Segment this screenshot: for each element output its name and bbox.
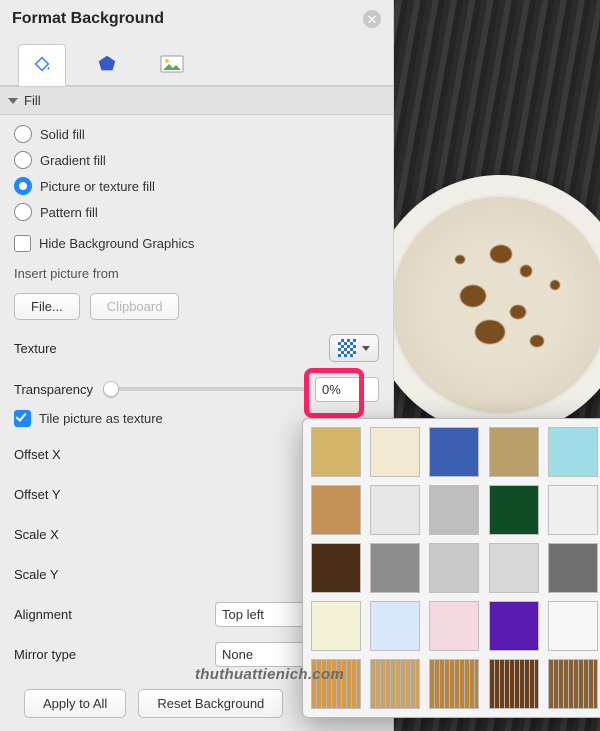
radio-label: Gradient fill [40, 153, 106, 168]
texture-swatch-16[interactable] [370, 601, 420, 651]
panel-title: Format Background [12, 10, 164, 28]
radio-pattern-fill[interactable]: Pattern fill [14, 203, 379, 221]
texture-swatch-2[interactable] [429, 427, 479, 477]
transparency-input[interactable]: 0% [315, 377, 379, 402]
radio-label: Pattern fill [40, 205, 98, 220]
texture-swatch-21[interactable] [370, 659, 420, 709]
insert-picture-from-label: Insert picture from [14, 266, 379, 281]
texture-swatch-5[interactable] [311, 485, 361, 535]
file-button[interactable]: File... [14, 293, 80, 320]
texture-swatch-6[interactable] [370, 485, 420, 535]
tab-strip [0, 36, 393, 86]
offset-x-label: Offset X [14, 447, 61, 462]
select-value: Top left [222, 607, 264, 622]
texture-dropdown-button[interactable] [329, 334, 379, 362]
transparency-slider[interactable] [103, 387, 305, 391]
texture-swatch-18[interactable] [489, 601, 539, 651]
radio-label: Solid fill [40, 127, 85, 142]
transparency-label: Transparency [14, 382, 93, 397]
chevron-down-icon [362, 346, 370, 351]
texture-swatch-22[interactable] [429, 659, 479, 709]
slider-knob[interactable] [103, 381, 119, 397]
triangle-down-icon [8, 98, 18, 104]
texture-swatch-1[interactable] [370, 427, 420, 477]
watermark-text: thuthuattienich.com [195, 666, 344, 683]
pentagon-icon [96, 53, 118, 75]
texture-swatch-icon [338, 339, 356, 357]
radio-icon [14, 203, 32, 221]
checkbox-icon [14, 410, 31, 427]
picture-icon [160, 55, 184, 73]
texture-swatch-8[interactable] [489, 485, 539, 535]
tab-picture[interactable] [148, 44, 196, 85]
paint-bucket-icon [31, 53, 53, 75]
apply-to-all-button[interactable]: Apply to All [24, 689, 126, 718]
checkbox-label: Tile picture as texture [39, 411, 163, 426]
radio-picture-texture-fill[interactable]: Picture or texture fill [14, 177, 379, 195]
texture-swatch-4[interactable] [548, 427, 598, 477]
texture-swatch-19[interactable] [548, 601, 598, 651]
reset-background-button[interactable]: Reset Background [138, 689, 283, 718]
close-button[interactable]: ✕ [363, 10, 381, 28]
fill-section-label: Fill [24, 93, 41, 108]
radio-icon [14, 151, 32, 169]
texture-swatch-24[interactable] [548, 659, 598, 709]
texture-swatch-11[interactable] [370, 543, 420, 593]
texture-swatch-17[interactable] [429, 601, 479, 651]
texture-swatch-12[interactable] [429, 543, 479, 593]
tab-fill[interactable] [18, 44, 66, 86]
scale-y-label: Scale Y [14, 567, 59, 582]
checkbox-icon [14, 235, 31, 252]
texture-swatch-15[interactable] [311, 601, 361, 651]
texture-swatch-9[interactable] [548, 485, 598, 535]
clipboard-button: Clipboard [90, 293, 180, 320]
texture-swatch-3[interactable] [489, 427, 539, 477]
texture-gallery-popover [302, 418, 600, 718]
mirror-type-label: Mirror type [14, 647, 76, 662]
radio-solid-fill[interactable]: Solid fill [14, 125, 379, 143]
radio-icon [14, 125, 32, 143]
radio-icon [14, 177, 32, 195]
radio-label: Picture or texture fill [40, 179, 155, 194]
tab-effects[interactable] [84, 44, 130, 85]
checkbox-label: Hide Background Graphics [39, 236, 194, 251]
texture-swatch-14[interactable] [548, 543, 598, 593]
hide-bg-graphics-checkbox[interactable]: Hide Background Graphics [14, 235, 379, 252]
alignment-label: Alignment [14, 607, 72, 622]
texture-label: Texture [14, 341, 57, 356]
scale-x-label: Scale X [14, 527, 59, 542]
texture-swatch-23[interactable] [489, 659, 539, 709]
fill-section-header[interactable]: Fill [0, 86, 393, 115]
select-value: None [222, 647, 253, 662]
texture-swatch-7[interactable] [429, 485, 479, 535]
texture-swatch-0[interactable] [311, 427, 361, 477]
offset-y-label: Offset Y [14, 487, 61, 502]
radio-gradient-fill[interactable]: Gradient fill [14, 151, 379, 169]
texture-swatch-10[interactable] [311, 543, 361, 593]
texture-swatch-13[interactable] [489, 543, 539, 593]
close-icon: ✕ [367, 13, 378, 26]
